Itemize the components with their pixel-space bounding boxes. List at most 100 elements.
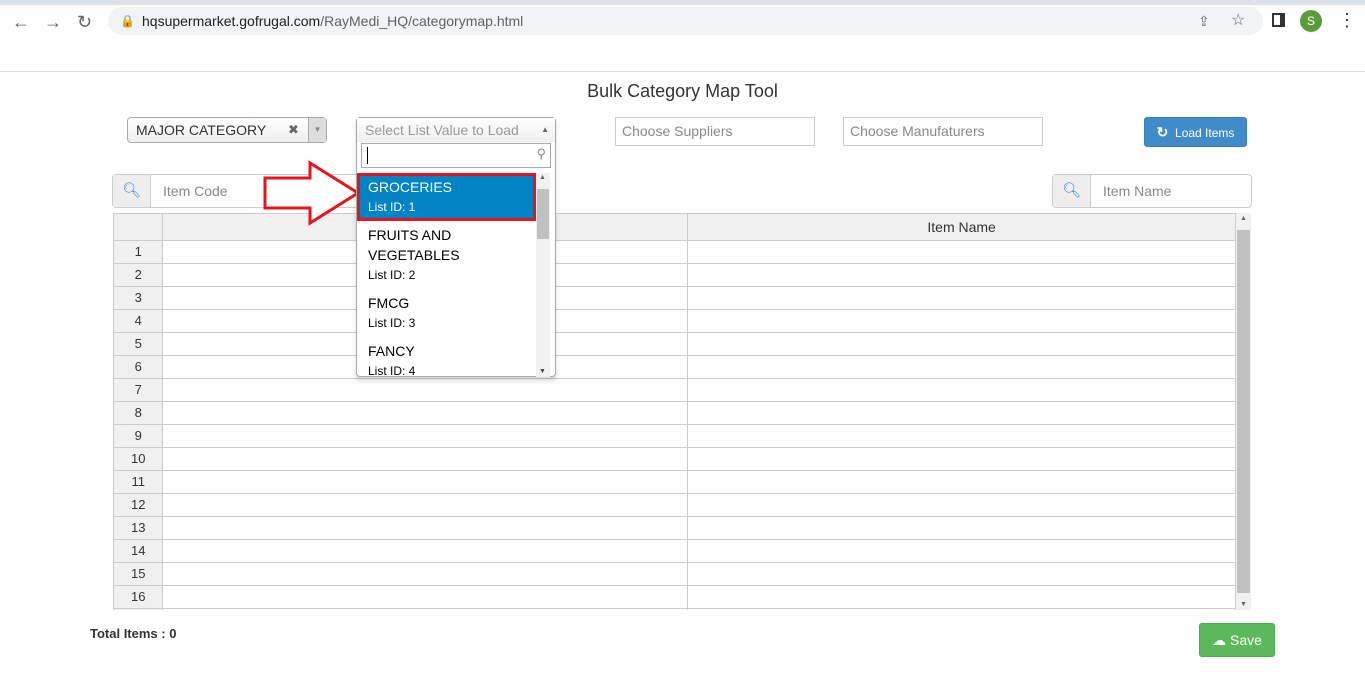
save-button[interactable]: ☁ Save — [1199, 623, 1275, 657]
profile-avatar[interactable]: S — [1300, 10, 1322, 32]
tab-strip — [0, 0, 1365, 5]
item-name-search[interactable]: 🔍︎ Item Name — [1052, 174, 1252, 208]
dropdown-option[interactable]: FMCG List ID: 3 — [357, 289, 536, 337]
item-name-cell[interactable] — [687, 447, 1236, 471]
table-row[interactable]: 4 — [114, 309, 1236, 333]
row-number: 2 — [114, 263, 164, 287]
table-row[interactable]: 5 — [114, 332, 1236, 356]
address-bar[interactable]: 🔒 hqsupermarket.gofrugal.com/RayMedi_HQ/… — [108, 7, 1263, 35]
option-name: FANCY — [368, 343, 415, 359]
row-number: 4 — [114, 309, 164, 333]
list-value-select[interactable]: Select List Value to Load ▲ — [357, 118, 555, 142]
item-name-cell[interactable] — [687, 470, 1236, 494]
table-row[interactable] — [114, 608, 1236, 610]
header-row-number — [114, 214, 164, 241]
row-number: 5 — [114, 332, 164, 356]
reload-icon[interactable]: ↻ — [77, 12, 92, 33]
item-name-cell[interactable] — [687, 424, 1236, 448]
option-id: List ID: 4 — [368, 364, 416, 377]
item-code-cell[interactable] — [162, 516, 689, 540]
menu-icon[interactable]: ⋮ — [1338, 10, 1356, 31]
item-name-cell[interactable] — [687, 355, 1236, 379]
row-number: 9 — [114, 424, 164, 448]
dropdown-option[interactable]: FRUITS AND VEGETABLES List ID: 2 — [357, 221, 536, 289]
row-number: 7 — [114, 378, 164, 402]
page-title: Bulk Category Map Tool — [587, 81, 778, 101]
row-number: 12 — [114, 493, 164, 517]
category-type-value: MAJOR CATEGORY — [136, 122, 267, 138]
refresh-icon: ↻ — [1156, 124, 1169, 140]
row-number: 11 — [114, 470, 164, 494]
item-code-cell[interactable] — [162, 378, 689, 402]
item-name-cell[interactable] — [687, 378, 1236, 402]
table-row[interactable]: 9 — [114, 424, 1236, 448]
list-value-dropdown[interactable]: Select List Value to Load ▲ ⚲ GROCERIES Li… — [356, 117, 556, 377]
item-name-cell[interactable] — [687, 585, 1236, 609]
table-row[interactable]: 2 — [114, 263, 1236, 287]
table-row[interactable]: 6 — [114, 355, 1236, 379]
item-name-cell[interactable] — [687, 309, 1236, 333]
table-row[interactable]: 15 — [114, 562, 1236, 586]
item-name-cell[interactable] — [687, 240, 1236, 264]
item-name-cell[interactable] — [687, 562, 1236, 586]
forward-icon[interactable]: → — [44, 12, 62, 33]
table-row[interactable]: 10 — [114, 447, 1236, 471]
item-name-cell[interactable] — [687, 286, 1236, 310]
item-code-cell[interactable] — [162, 493, 689, 517]
item-name-cell[interactable] — [687, 493, 1236, 517]
item-name-input[interactable]: Item Name — [1091, 175, 1171, 207]
dropdown-search-input[interactable]: ⚲ — [361, 143, 551, 168]
browser-toolbar: ← → ↻ 🔒 hqsupermarket.gofrugal.com/RayMe… — [0, 0, 1365, 72]
load-items-button[interactable]: ↻ Load Items — [1144, 117, 1247, 147]
table-row[interactable]: 16 — [114, 585, 1236, 609]
table-row[interactable]: 8 — [114, 401, 1236, 425]
url-host: hqsupermarket.gofrugal.com — [142, 13, 321, 29]
table-row[interactable]: 1 — [114, 240, 1236, 264]
item-code-cell[interactable] — [162, 562, 689, 586]
bookmark-star-icon[interactable]: ☆ — [1231, 7, 1245, 35]
row-number: 15 — [114, 562, 164, 586]
items-grid: Item Name 1 2 3 4 5 6 7 8 9 10 11 12 13 14 15 16 — [113, 213, 1236, 610]
chevron-up-icon: ▲ — [541, 125, 549, 134]
item-code-cell[interactable] — [162, 424, 689, 448]
item-code-input[interactable]: Item Code — [151, 175, 228, 207]
table-row[interactable]: 7 — [114, 378, 1236, 402]
item-name-cell[interactable] — [687, 516, 1236, 540]
row-number: 10 — [114, 447, 164, 471]
suppliers-input[interactable]: Choose Suppliers — [615, 117, 815, 146]
option-name: GROCERIES — [368, 179, 453, 195]
url-path: /RayMedi_HQ/categorymap.html — [320, 13, 524, 29]
item-code-cell[interactable] — [162, 608, 689, 610]
table-row[interactable]: 12 — [114, 493, 1236, 517]
item-name-cell[interactable] — [687, 332, 1236, 356]
option-id: List ID: 2 — [368, 268, 416, 282]
clear-icon[interactable]: ✖ — [288, 118, 299, 142]
item-code-cell[interactable] — [162, 447, 689, 471]
table-row[interactable]: 11 — [114, 470, 1236, 494]
item-code-cell[interactable] — [162, 470, 689, 494]
table-row[interactable]: 3 — [114, 286, 1236, 310]
manufacturers-input[interactable]: Choose Manufaturers — [843, 117, 1043, 146]
side-panel-icon[interactable] — [1272, 13, 1285, 27]
category-type-select[interactable]: MAJOR CATEGORY ✖ ▼ — [127, 117, 327, 143]
back-icon[interactable]: ← — [12, 12, 30, 33]
table-row[interactable]: 13 — [114, 516, 1236, 540]
item-name-cell[interactable] — [687, 539, 1236, 563]
item-code-cell[interactable] — [162, 401, 689, 425]
item-code-cell[interactable] — [162, 539, 689, 563]
item-name-cell[interactable] — [687, 608, 1236, 610]
grid-scrollbar[interactable]: ▲ ▼ — [1236, 213, 1251, 610]
dropdown-option[interactable]: GROCERIES List ID: 1 — [357, 173, 536, 221]
dropdown-scrollbar[interactable]: ▲ ▼ — [536, 173, 550, 377]
table-row[interactable]: 14 — [114, 539, 1236, 563]
row-number: 14 — [114, 539, 164, 563]
chevron-down-icon[interactable]: ▼ — [308, 118, 326, 142]
item-name-cell[interactable] — [687, 401, 1236, 425]
dropdown-option[interactable]: FANCY List ID: 4 — [357, 337, 536, 377]
item-name-cell[interactable] — [687, 263, 1236, 287]
option-id: List ID: 3 — [368, 316, 416, 330]
option-name: FRUITS AND VEGETABLES — [368, 227, 460, 263]
item-code-cell[interactable] — [162, 585, 689, 609]
row-number: 1 — [114, 240, 164, 264]
share-icon[interactable]: ⇪ — [1198, 7, 1210, 35]
